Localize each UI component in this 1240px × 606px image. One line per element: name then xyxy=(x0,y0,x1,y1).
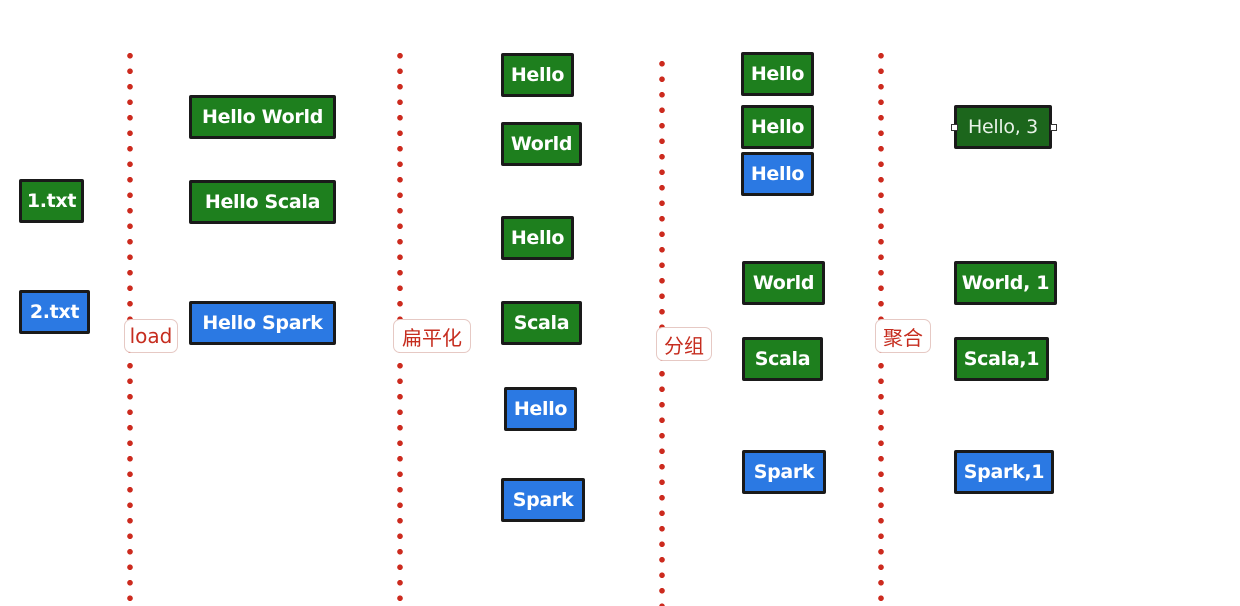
group-box-hello-2: Hello xyxy=(741,105,814,149)
word-box-hello-2: Hello xyxy=(501,216,574,260)
step-label-flatten: 扁平化 xyxy=(393,319,471,353)
word-box-world: World xyxy=(501,122,582,166)
count-box-spark: Spark,1 xyxy=(954,450,1054,494)
group-box-spark: Spark xyxy=(742,450,826,494)
group-box-scala: Scala xyxy=(742,337,823,381)
count-box-hello[interactable]: Hello, 3 xyxy=(954,105,1052,149)
count-box-scala: Scala,1 xyxy=(954,337,1049,381)
line-box-hello-world: Hello World xyxy=(189,95,336,139)
file-box-1: 1.txt xyxy=(19,179,84,223)
resize-handle-right[interactable] xyxy=(1050,124,1057,131)
word-box-hello-3: Hello xyxy=(504,387,577,431)
file-box-2: 2.txt xyxy=(19,290,90,334)
group-box-hello-3: Hello xyxy=(741,152,814,196)
word-box-scala: Scala xyxy=(501,301,582,345)
step-label-load: load xyxy=(124,319,178,353)
line-box-hello-scala: Hello Scala xyxy=(189,180,336,224)
word-box-spark: Spark xyxy=(501,478,585,522)
resize-handle-left[interactable] xyxy=(951,124,958,131)
count-box-world: World, 1 xyxy=(954,261,1057,305)
group-box-world: World xyxy=(742,261,825,305)
step-label-aggregate: 聚合 xyxy=(875,319,931,353)
group-box-hello-1: Hello xyxy=(741,52,814,96)
word-box-hello-1: Hello xyxy=(501,53,574,97)
line-box-hello-spark: Hello Spark xyxy=(189,301,336,345)
step-label-group: 分组 xyxy=(656,327,712,361)
